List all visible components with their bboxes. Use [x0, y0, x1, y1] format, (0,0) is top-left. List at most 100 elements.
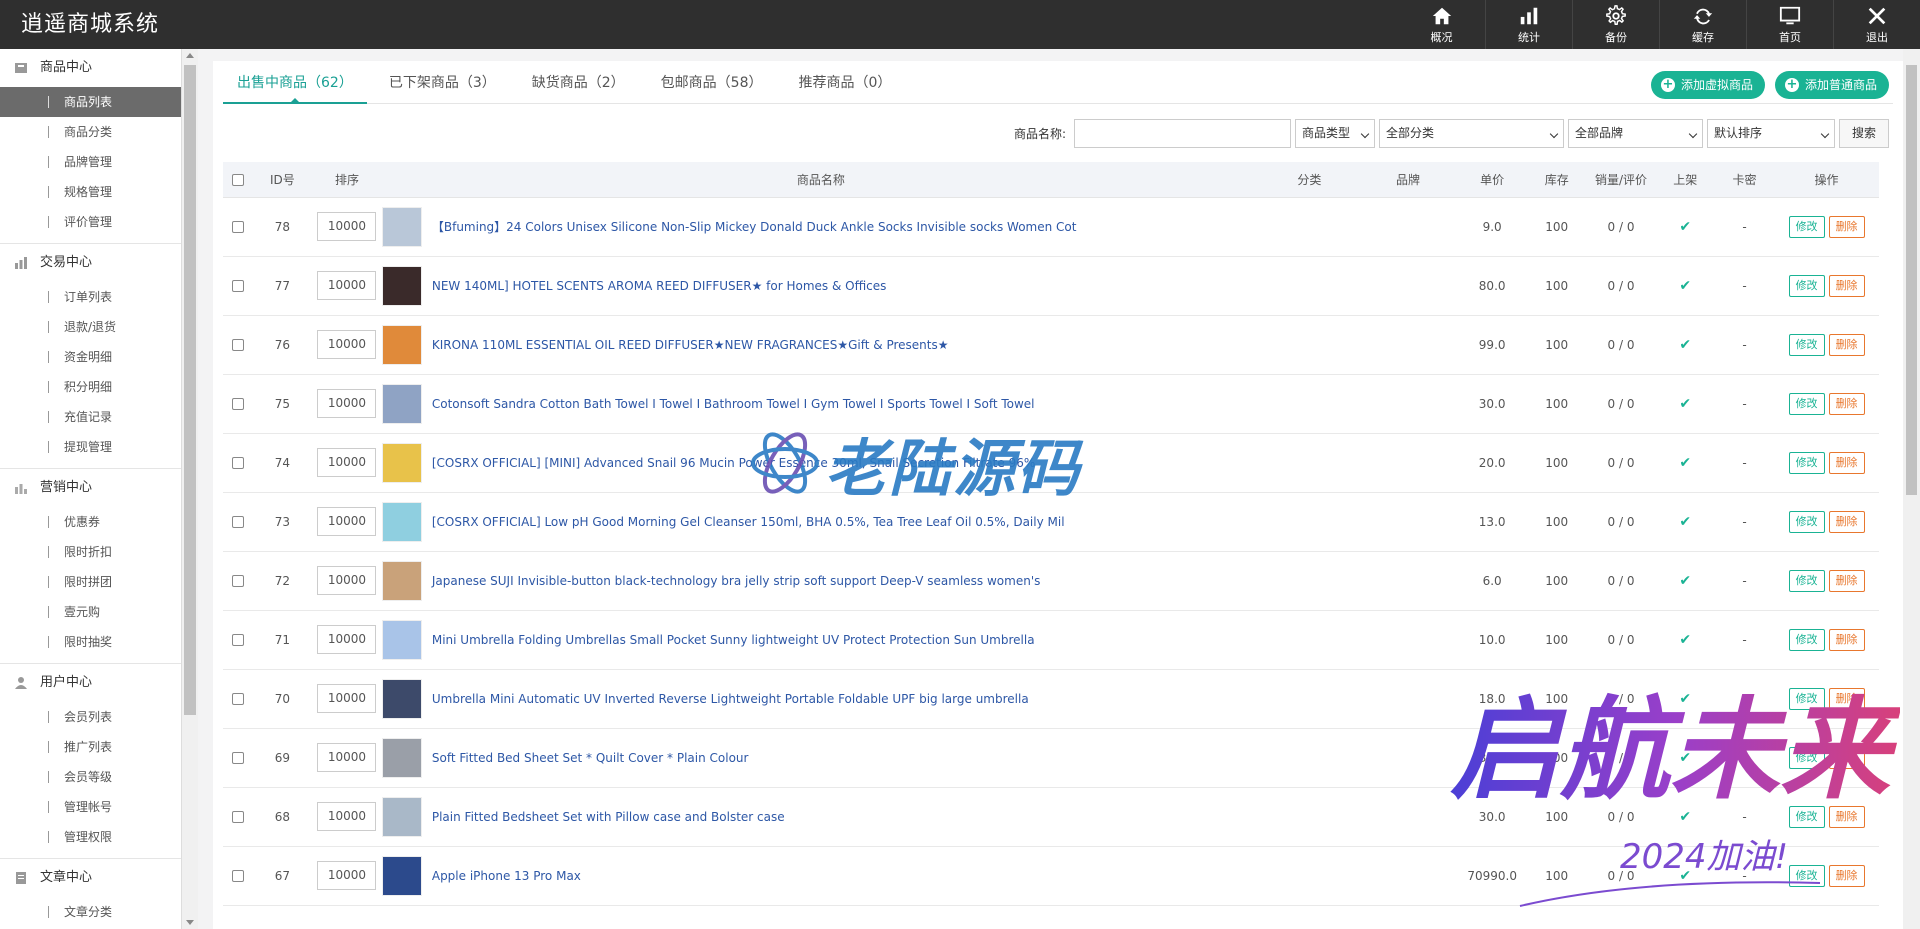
- main-scroll-thumb[interactable]: [1906, 65, 1917, 495]
- edit-button[interactable]: 修改: [1788, 333, 1825, 356]
- add-normal-goods-button[interactable]: + 添加普通商品: [1774, 71, 1889, 99]
- product-name-link[interactable]: Cotonsoft Sandra Cotton Bath Towel I Tow…: [432, 397, 1035, 411]
- edit-button[interactable]: 修改: [1788, 274, 1825, 297]
- check-icon[interactable]: ✔: [1679, 337, 1691, 353]
- edit-button[interactable]: 修改: [1788, 569, 1825, 592]
- main-scrollbar[interactable]: [1903, 49, 1920, 929]
- tab-off-shelf[interactable]: 已下架商品（3）: [375, 61, 510, 104]
- edit-button[interactable]: 修改: [1788, 392, 1825, 415]
- check-icon[interactable]: ✔: [1679, 573, 1691, 589]
- delete-button[interactable]: 删除: [1828, 805, 1865, 828]
- edit-button[interactable]: 修改: [1788, 628, 1825, 651]
- sidebar-group-title[interactable]: 用户中心: [0, 664, 181, 702]
- sidebar-item-recharge[interactable]: 充值记录: [0, 402, 181, 432]
- nav-stats[interactable]: 统计: [1485, 0, 1572, 49]
- edit-button[interactable]: 修改: [1788, 864, 1825, 887]
- check-icon[interactable]: ✔: [1679, 632, 1691, 648]
- sort-input[interactable]: 10000: [317, 684, 377, 713]
- goods-name-input[interactable]: [1073, 119, 1291, 148]
- brand-select[interactable]: 全部品牌: [1567, 119, 1703, 148]
- edit-button[interactable]: 修改: [1788, 746, 1825, 769]
- product-name-link[interactable]: Soft Fitted Bed Sheet Set * Quilt Cover …: [432, 751, 749, 765]
- sidebar-item-promotion[interactable]: 推广列表: [0, 732, 181, 762]
- row-checkbox[interactable]: [231, 221, 244, 233]
- product-name-link[interactable]: NEW 140ML] HOTEL SCENTS AROMA REED DIFFU…: [432, 279, 887, 293]
- delete-button[interactable]: 删除: [1828, 746, 1865, 769]
- sidebar-item-lottery[interactable]: 限时抽奖: [0, 627, 181, 657]
- product-name-link[interactable]: [COSRX OFFICIAL] [MINI] Advanced Snail 9…: [432, 456, 1035, 470]
- row-checkbox[interactable]: [231, 752, 244, 764]
- nav-overview[interactable]: 概况: [1398, 0, 1485, 49]
- delete-button[interactable]: 删除: [1828, 687, 1865, 710]
- row-checkbox[interactable]: [231, 280, 244, 292]
- edit-button[interactable]: 修改: [1788, 687, 1825, 710]
- sort-input[interactable]: 10000: [317, 743, 377, 772]
- sidebar-item-funds[interactable]: 资金明细: [0, 342, 181, 372]
- nav-home[interactable]: 首页: [1746, 0, 1833, 49]
- check-icon[interactable]: ✔: [1679, 396, 1691, 412]
- tab-on-sale[interactable]: 出售中商品（62）: [223, 61, 367, 104]
- sort-input[interactable]: 10000: [317, 507, 377, 536]
- delete-button[interactable]: 删除: [1828, 628, 1865, 651]
- product-name-link[interactable]: 【Bfuming】24 Colors Unisex Silicone Non-S…: [432, 220, 1077, 234]
- delete-button[interactable]: 删除: [1828, 569, 1865, 592]
- row-checkbox[interactable]: [231, 575, 244, 587]
- sidebar-item-groupbuy[interactable]: 限时拼团: [0, 567, 181, 597]
- check-icon[interactable]: ✔: [1679, 868, 1691, 884]
- delete-button[interactable]: 删除: [1828, 333, 1865, 356]
- sidebar-item-coupon[interactable]: 优惠券: [0, 507, 181, 537]
- sidebar-item-orders[interactable]: 订单列表: [0, 282, 181, 312]
- tab-free-shipping[interactable]: 包邮商品（58）: [647, 61, 777, 104]
- delete-button[interactable]: 删除: [1828, 392, 1865, 415]
- sort-input[interactable]: 10000: [317, 625, 377, 654]
- row-checkbox[interactable]: [231, 870, 244, 882]
- sidebar-group-title[interactable]: 交易中心: [0, 244, 181, 282]
- product-name-link[interactable]: Mini Umbrella Folding Umbrellas Small Po…: [432, 633, 1035, 647]
- category-select[interactable]: 全部分类: [1378, 119, 1564, 148]
- check-icon[interactable]: ✔: [1679, 809, 1691, 825]
- row-checkbox[interactable]: [231, 516, 244, 528]
- sidebar-item-refunds[interactable]: 退款/退货: [0, 312, 181, 342]
- check-icon[interactable]: ✔: [1679, 219, 1691, 235]
- sidebar-item-members[interactable]: 会员列表: [0, 702, 181, 732]
- add-virtual-goods-button[interactable]: + 添加虚拟商品: [1650, 71, 1765, 99]
- product-name-link[interactable]: [COSRX OFFICIAL] Low pH Good Morning Gel…: [432, 515, 1065, 529]
- sidebar-scroll-thumb[interactable]: [184, 65, 196, 715]
- product-name-link[interactable]: Plain Fitted Bedsheet Set with Pillow ca…: [432, 810, 785, 824]
- sort-input[interactable]: 10000: [317, 861, 377, 890]
- edit-button[interactable]: 修改: [1788, 510, 1825, 533]
- row-checkbox[interactable]: [231, 398, 244, 410]
- sidebar-item-onedollar[interactable]: 壹元购: [0, 597, 181, 627]
- edit-button[interactable]: 修改: [1788, 805, 1825, 828]
- sidebar-item-article-category[interactable]: 文章分类: [0, 897, 181, 927]
- nav-logout[interactable]: 退出: [1833, 0, 1920, 49]
- sidebar-item-review[interactable]: 评价管理: [0, 207, 181, 237]
- edit-button[interactable]: 修改: [1788, 451, 1825, 474]
- product-name-link[interactable]: Apple iPhone 13 Pro Max: [432, 869, 581, 883]
- delete-button[interactable]: 删除: [1828, 451, 1865, 474]
- check-icon[interactable]: ✔: [1679, 278, 1691, 294]
- row-checkbox[interactable]: [231, 634, 244, 646]
- row-checkbox[interactable]: [231, 693, 244, 705]
- tab-recommended[interactable]: 推荐商品（0）: [785, 61, 906, 104]
- sidebar-group-title[interactable]: 文章中心: [0, 859, 181, 897]
- product-name-link[interactable]: Umbrella Mini Automatic UV Inverted Reve…: [432, 692, 1029, 706]
- sidebar-item-discount[interactable]: 限时折扣: [0, 537, 181, 567]
- sort-input[interactable]: 10000: [317, 566, 377, 595]
- goods-type-select[interactable]: 商品类型: [1294, 119, 1375, 148]
- nav-backup[interactable]: 备份: [1572, 0, 1659, 49]
- sidebar-item-goods-category[interactable]: 商品分类: [0, 117, 181, 147]
- sidebar-item-member-level[interactable]: 会员等级: [0, 762, 181, 792]
- search-button[interactable]: 搜索: [1838, 119, 1889, 148]
- sort-input[interactable]: 10000: [317, 802, 377, 831]
- sidebar-item-points[interactable]: 积分明细: [0, 372, 181, 402]
- scroll-down-arrow-icon[interactable]: [186, 920, 194, 925]
- sort-input[interactable]: 10000: [317, 330, 377, 359]
- check-icon[interactable]: ✔: [1679, 455, 1691, 471]
- delete-button[interactable]: 删除: [1828, 274, 1865, 297]
- check-icon[interactable]: ✔: [1679, 514, 1691, 530]
- sidebar-item-admin-account[interactable]: 管理帐号: [0, 792, 181, 822]
- row-checkbox[interactable]: [231, 811, 244, 823]
- sort-input[interactable]: 10000: [317, 448, 377, 477]
- sidebar-group-title[interactable]: 商品中心: [0, 49, 181, 87]
